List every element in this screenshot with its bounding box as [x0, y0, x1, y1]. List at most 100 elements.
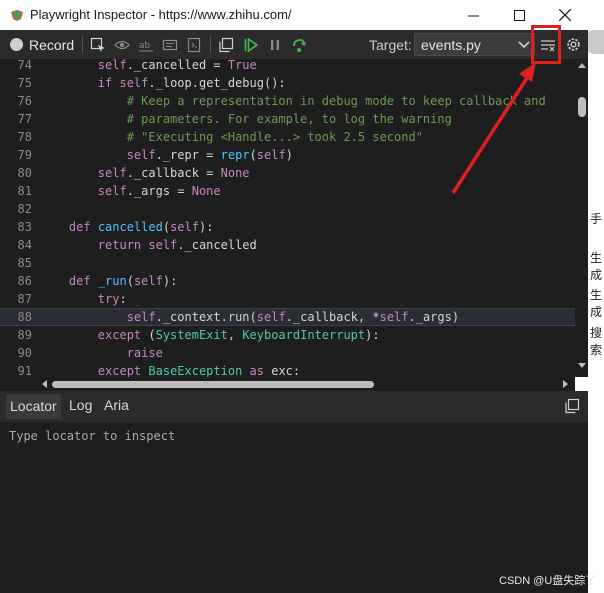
tab-log[interactable]: Log [66, 397, 95, 413]
code-line[interactable]: 86 def _run(self): [0, 272, 575, 290]
code-line[interactable]: 74 self._cancelled = True [0, 59, 575, 74]
line-number: 91 [17, 364, 32, 377]
locator-input[interactable]: Type locator to inspect [9, 429, 175, 443]
line-number: 76 [17, 94, 32, 108]
code-token: ( [148, 328, 156, 342]
code-text: raise [40, 344, 163, 362]
tab-locator[interactable]: Locator [6, 394, 61, 419]
code-token: self [126, 148, 156, 162]
scroll-down-icon[interactable] [577, 362, 587, 370]
code-line[interactable]: 88 self._context.run(self._callback, *se… [0, 308, 575, 326]
code-line[interactable]: 89 except (SystemExit, KeyboardInterrupt… [0, 326, 575, 344]
code-token: SystemExit [155, 328, 228, 342]
close-icon [559, 9, 571, 21]
svg-text:ab: ab [139, 41, 151, 51]
toolbar-divider [82, 36, 83, 53]
locator-panel: Type locator to inspect [0, 422, 588, 593]
settings-button[interactable] [563, 36, 583, 53]
code-line[interactable]: 84 return self._cancelled [0, 236, 575, 254]
scroll-up-icon[interactable] [577, 61, 587, 69]
minimize-icon [467, 15, 479, 16]
pause-button[interactable] [266, 36, 284, 53]
code-token: self [256, 310, 286, 324]
resume-button[interactable] [242, 36, 260, 53]
code-text: return self._cancelled [40, 236, 257, 254]
code-line[interactable]: 78 # "Executing <Handle...> took 2.5 sec… [0, 128, 575, 146]
code-token: self [97, 166, 127, 180]
code-token: ._loop.get_debug(): [148, 76, 286, 90]
assert-snapshot-button[interactable] [185, 36, 203, 53]
code-token: self [148, 238, 178, 252]
code-line[interactable]: 77 # parameters. For example, to log the… [0, 110, 575, 128]
code-line[interactable]: 91 except BaseException as exc: [0, 362, 575, 377]
scrollbar-corner [575, 377, 588, 391]
window-title: Playwright Inspector - https://www.zhihu… [30, 7, 292, 22]
toolbar-divider [210, 36, 211, 53]
code-line[interactable]: 75 if self._loop.get_debug(): [0, 74, 575, 92]
copy-icon[interactable] [564, 398, 580, 414]
code-token: exc: [271, 364, 301, 377]
copy-button[interactable] [217, 36, 235, 53]
pause-icon [271, 39, 279, 50]
assert-text-button[interactable]: ab [137, 36, 155, 53]
code-token: cancelled [97, 220, 163, 234]
target-select-value: events.py [421, 37, 481, 53]
toolbar: Record ab Target: events.py [0, 30, 588, 60]
watermark: CSDN @U盘失踪了 [499, 575, 597, 587]
settings-icon [566, 38, 580, 51]
code-editor[interactable]: 74 self._cancelled = True 75 if self._loo… [0, 59, 588, 391]
target-select[interactable]: events.py [414, 33, 535, 56]
horizontal-scroll-thumb[interactable] [52, 381, 374, 388]
code-token: self [170, 220, 199, 234]
background-text: 生成 [590, 251, 603, 282]
assert-value-button[interactable] [161, 36, 179, 53]
record-button[interactable]: Record [29, 37, 74, 53]
code-text: # parameters. For example, to log the wa… [40, 110, 452, 128]
record-icon[interactable] [10, 38, 23, 51]
step-over-button[interactable] [290, 36, 308, 53]
code-line[interactable]: 76 # Keep a representation in debug mode… [0, 92, 575, 110]
tab-aria[interactable]: Aria [101, 397, 132, 413]
assert-visibility-button[interactable] [113, 36, 131, 53]
code-token: ._repr = [155, 148, 221, 162]
code-text: self._args = None [40, 182, 221, 200]
code-token: def [68, 274, 98, 288]
code-token: # parameters. For example, to log the wa… [126, 112, 452, 126]
line-number: 77 [17, 112, 32, 126]
code-token: return [97, 238, 149, 252]
code-line[interactable]: 90 raise [0, 344, 575, 362]
code-token: _run [97, 274, 127, 288]
code-line[interactable]: 79 self._repr = repr(self) [0, 146, 575, 164]
code-line[interactable]: 81 self._args = None [0, 182, 575, 200]
code-line[interactable]: 82 [0, 200, 575, 218]
code-token: True [227, 59, 257, 72]
code-token: ._callback, * [285, 310, 380, 324]
code-area[interactable]: 74 self._cancelled = True 75 if self._loo… [0, 59, 575, 377]
line-number: 75 [17, 76, 32, 90]
code-token: ._args) [408, 310, 460, 324]
scroll-left-icon[interactable] [40, 379, 48, 389]
vertical-scroll-thumb[interactable] [578, 97, 586, 117]
scroll-right-icon[interactable] [562, 379, 570, 389]
code-token: except [97, 328, 149, 342]
chevron-down-icon [518, 41, 530, 49]
code-token: ): [198, 220, 214, 234]
annotation-highlight-box [531, 25, 561, 64]
code-line[interactable]: 85 [0, 254, 575, 272]
background-text: 搜索 [590, 326, 603, 357]
code-line[interactable]: 83 def cancelled(self): [0, 218, 575, 236]
assert-text-icon: ab [139, 41, 153, 51]
minimize-button[interactable] [450, 0, 496, 30]
pick-locator-button[interactable] [89, 36, 107, 53]
code-token: # "Executing <Handle...> took 2.5 second… [126, 130, 423, 144]
code-token: ._cancelled = [126, 59, 228, 72]
code-line[interactable]: 80 self._callback = None [0, 164, 575, 182]
code-token: self [379, 310, 409, 324]
code-line[interactable]: 87 try: [0, 290, 575, 308]
